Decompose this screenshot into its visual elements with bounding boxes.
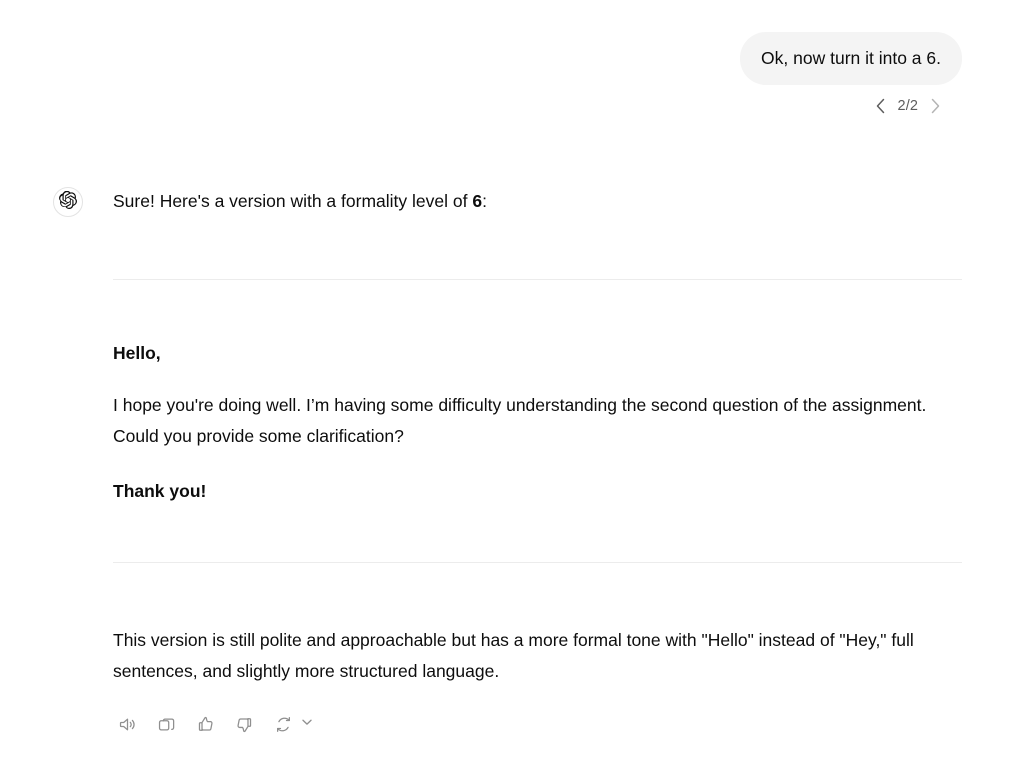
intro-text-after: : [482,191,487,211]
chevron-right-icon[interactable] [926,97,944,115]
refresh-icon [274,715,293,734]
draft-body: I hope you're doing well. I’m having som… [113,395,927,447]
assistant-intro-line: Sure! Here's a version with a formality … [113,186,962,216]
draft-signoff: Thank you! [113,480,207,501]
model-switch-button[interactable] [297,711,317,739]
intro-level-value: 6 [472,191,483,211]
openai-logo-icon [59,190,77,214]
response-counter: 2/2 [897,98,918,115]
draft-greeting: Hello, [113,343,161,364]
regenerate-button[interactable] [269,711,297,739]
speaker-icon [118,715,137,734]
assistant-message-body: Sure! Here's a version with a formality … [113,186,962,739]
read-aloud-button[interactable] [113,711,141,739]
response-pagination: 2/2 [872,97,944,115]
user-turn: Ok, now turn it into a 6. 2/2 [0,32,962,115]
message-action-bar [113,711,962,739]
copy-icon [157,715,176,734]
user-message-bubble: Ok, now turn it into a 6. [740,32,962,86]
copy-button[interactable] [152,711,180,739]
assistant-avatar [53,187,83,217]
thumbs-up-button[interactable] [191,711,219,739]
thumbs-down-icon [235,715,254,734]
assistant-turn: Sure! Here's a version with a formality … [0,186,1024,739]
thumbs-up-icon [196,715,215,734]
assistant-explanation: This version is still polite and approac… [113,629,914,681]
conversation-thread: Ok, now turn it into a 6. 2/2 Sure! Here… [0,0,1024,762]
chevron-left-icon[interactable] [872,97,890,115]
regenerate-group [269,711,317,739]
chevron-down-icon [300,715,314,734]
intro-text-before: Sure! Here's a version with a formality … [113,191,473,211]
thumbs-down-button[interactable] [230,711,258,739]
